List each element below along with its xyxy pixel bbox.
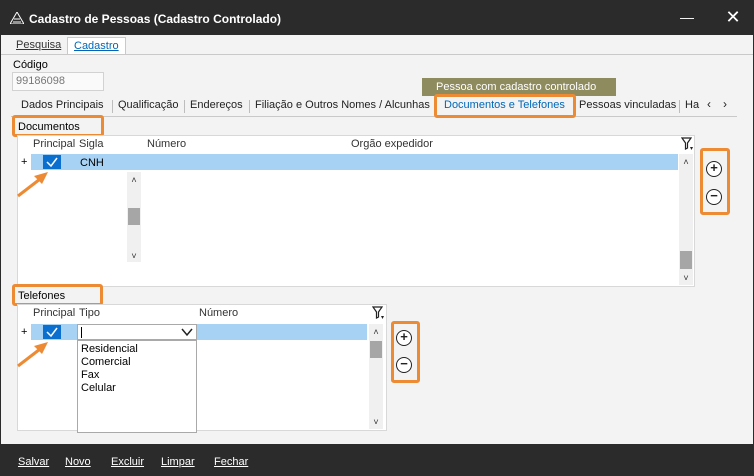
subtab-enderecos[interactable]: Endereços [190,99,243,111]
filter-icon[interactable] [372,306,384,320]
codigo-field: 99186098 [12,72,104,91]
tabs-prev-icon[interactable]: ‹ [703,97,715,111]
highlight-telefones [12,284,103,306]
remove-documento-button[interactable]: − [706,189,722,205]
scroll-down-icon[interactable]: ˅ [679,273,693,283]
codigo-label: Código [13,59,48,71]
tab-separator [249,100,250,113]
window: Cadastro de Pessoas (Cadastro Controlado… [0,0,754,476]
col-principal: Principal [33,307,76,319]
salvar-button[interactable]: Salvar [18,456,49,468]
subtab-filiacao[interactable]: Filiação e Outros Nomes / Alcunhas [255,99,430,111]
col-tipo: Tipo [79,307,100,319]
fechar-button[interactable]: Fechar [214,456,248,468]
row-expand-icon[interactable]: + [21,156,27,168]
scroll-thumb[interactable] [370,341,382,358]
sigla-value: CNH [80,157,104,169]
tab-separator [679,100,680,113]
title-bar: Cadastro de Pessoas (Cadastro Controlado… [1,1,753,35]
scroll-thumb[interactable] [680,251,692,269]
highlight-documentos [12,115,104,137]
tab-cadastro[interactable]: Cadastro [67,37,126,55]
telefones-scrollbar[interactable] [369,324,383,429]
tipo-dropdown-list: Residencial Comercial Fax Celular [77,340,197,433]
remove-telefone-button[interactable]: − [396,357,412,373]
excluir-button[interactable]: Excluir [111,456,144,468]
window-title: Cadastro de Pessoas (Cadastro Controlado… [29,12,282,26]
col-numero: Número [199,307,239,319]
col-principal: Principal [33,138,76,150]
option-residencial[interactable]: Residencial [78,343,196,356]
tab-pesquisa[interactable]: Pesquisa [10,37,67,55]
option-comercial[interactable]: Comercial [78,356,196,369]
divider [11,116,737,117]
scroll-down-icon[interactable]: ˅ [127,251,141,261]
tab-separator [112,100,113,113]
principal-checkbox[interactable] [43,155,61,169]
tabs-next-icon[interactable]: › [719,97,731,111]
highlight-active-tab [434,94,576,118]
scroll-up-icon[interactable]: ˄ [369,327,383,337]
scroll-thumb[interactable] [128,208,140,225]
scroll-down-icon[interactable]: ˅ [369,417,383,427]
option-celular[interactable]: Celular [78,382,196,395]
tipo-select[interactable] [77,324,197,340]
add-documento-button[interactable]: + [706,161,722,177]
highlight-doc-buttons [700,148,730,215]
limpar-button[interactable]: Limpar [161,456,195,468]
scroll-up-icon[interactable]: ˄ [679,157,693,167]
subtab-ha[interactable]: Ha [685,99,699,111]
tab-separator [184,100,185,113]
text-caret [81,327,82,338]
chevron-down-icon[interactable] [181,327,193,337]
option-fax[interactable]: Fax [78,369,196,382]
subtab-pessoas-vinculadas[interactable]: Pessoas vinculadas [579,99,676,111]
principal-checkbox[interactable] [43,325,61,339]
pointer-arrow-icon [17,342,48,368]
col-sigla: Sigla [79,138,104,150]
divider [1,54,753,55]
col-orgao-expedidor: Orgão expedidor [351,138,433,150]
pointer-arrow-icon [17,172,48,198]
col-numero: Número [147,138,187,150]
filter-icon[interactable] [681,137,693,151]
app-logo-icon [10,12,24,24]
scroll-up-icon[interactable]: ˄ [127,175,141,185]
table-row[interactable] [31,154,678,170]
novo-button[interactable]: Novo [65,456,91,468]
row-expand-icon[interactable]: + [21,326,27,338]
minimize-icon[interactable]: — [673,5,701,31]
subtab-dados-principais[interactable]: Dados Principais [21,99,104,111]
close-icon[interactable]: ✕ [719,5,747,31]
subtab-qualificacao[interactable]: Qualificação [118,99,179,111]
add-telefone-button[interactable]: + [396,330,412,346]
